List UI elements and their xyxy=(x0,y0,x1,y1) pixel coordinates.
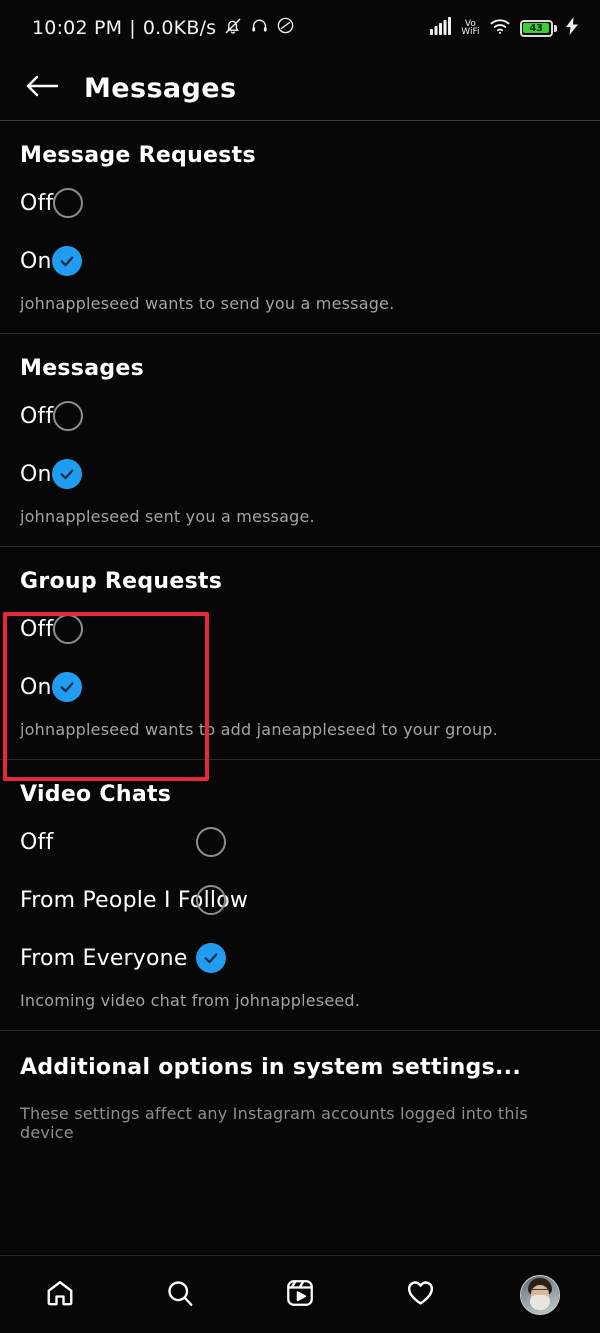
arrow-left-icon xyxy=(25,73,59,103)
back-button[interactable] xyxy=(18,64,66,112)
option-label: Off xyxy=(20,829,54,855)
nav-profile[interactable] xyxy=(500,1265,580,1325)
section-group-requests: Group Requests Off On johnappleseed want… xyxy=(0,547,600,759)
network-speed: 0.0KB/s xyxy=(142,17,217,39)
option-label: From People I Follow xyxy=(20,887,249,913)
radio-off[interactable] xyxy=(53,401,84,431)
option-label: On xyxy=(20,674,52,700)
additional-options-section[interactable]: Additional options in system settings...… xyxy=(0,1031,600,1142)
radio-off[interactable] xyxy=(196,827,226,857)
profile-avatar-icon xyxy=(520,1274,560,1315)
option-row-from-everyone[interactable]: From Everyone xyxy=(0,929,600,987)
option-row-off[interactable]: Off xyxy=(0,174,600,232)
section-title: Messages xyxy=(20,356,145,381)
section-title: Group Requests xyxy=(20,569,223,594)
section-helper-text: johnappleseed wants to add janeappleseed… xyxy=(20,720,498,739)
option-row-on[interactable]: On xyxy=(0,232,600,290)
battery-level-label: 43 xyxy=(523,23,549,34)
radio-from-everyone-selected[interactable] xyxy=(196,943,226,973)
option-row-on[interactable]: On xyxy=(0,658,600,716)
wifi-icon xyxy=(489,17,511,39)
option-row-off[interactable]: Off xyxy=(0,813,600,871)
option-label: Off xyxy=(20,190,54,216)
option-row-from-people-i-follow[interactable]: From People I Follow xyxy=(0,871,600,929)
check-icon xyxy=(60,469,74,480)
home-icon xyxy=(45,1278,75,1312)
section-message-requests: Message Requests Off On johnappleseed wa… xyxy=(0,121,600,333)
option-list: Off On xyxy=(0,600,600,716)
option-row-off[interactable]: Off xyxy=(0,600,600,658)
search-icon xyxy=(165,1278,195,1312)
section-helper-text: Incoming video chat from johnappleseed. xyxy=(20,991,361,1010)
page-title: Messages xyxy=(84,72,237,104)
radio-off[interactable] xyxy=(53,188,84,218)
battery-icon: 43 xyxy=(519,19,557,37)
radio-on-selected[interactable] xyxy=(51,672,82,702)
additional-options-title[interactable]: Additional options in system settings... xyxy=(20,1055,580,1080)
additional-options-subtitle: These settings affect any Instagram acco… xyxy=(20,1104,528,1142)
charging-bolt-icon xyxy=(566,17,578,39)
status-bar: 10:02 PM | 0.0KB/s Vo WiFi 43 xyxy=(0,0,600,56)
dnd-icon xyxy=(276,16,295,40)
option-list: Off From People I Follow From Everyone xyxy=(0,813,600,987)
option-label: Off xyxy=(20,403,54,429)
option-row-off[interactable]: Off xyxy=(0,387,600,445)
section-video-chats: Video Chats Off From People I Follow Fro… xyxy=(0,760,600,1030)
status-bar-right: Vo WiFi 43 xyxy=(430,17,578,39)
option-label: From Everyone xyxy=(20,945,188,971)
section-title: Message Requests xyxy=(20,143,256,168)
radio-on-selected[interactable] xyxy=(51,459,82,489)
volte-label-bottom: WiFi xyxy=(461,27,480,37)
nav-activity[interactable] xyxy=(380,1265,460,1325)
nav-home[interactable] xyxy=(20,1265,100,1325)
check-icon xyxy=(60,682,74,693)
bottom-navigation-bar xyxy=(0,1255,600,1333)
status-bar-left: 10:02 PM | 0.0KB/s xyxy=(32,16,295,41)
nav-reels[interactable] xyxy=(260,1265,340,1325)
status-clock: 10:02 PM xyxy=(32,17,123,39)
section-helper-text: johnappleseed sent you a message. xyxy=(20,507,315,526)
cellular-signal-icon xyxy=(430,17,452,39)
option-label: On xyxy=(20,461,52,487)
option-label: Off xyxy=(20,616,54,642)
nav-search[interactable] xyxy=(140,1265,220,1325)
bell-muted-icon xyxy=(223,16,243,41)
volte-wifi-icon: Vo WiFi xyxy=(461,20,480,37)
phone-screen: 10:02 PM | 0.0KB/s Vo WiFi 43 Messages M… xyxy=(0,0,600,1333)
radio-from-people-i-follow[interactable] xyxy=(196,885,226,915)
radio-off[interactable] xyxy=(53,614,84,644)
option-row-on[interactable]: On xyxy=(0,445,600,503)
radio-on-selected[interactable] xyxy=(51,246,82,276)
heart-icon xyxy=(405,1277,436,1312)
status-separator: | xyxy=(129,17,136,39)
headphone-icon xyxy=(250,16,269,40)
section-helper-text: johnappleseed wants to send you a messag… xyxy=(20,294,395,313)
section-messages: Messages Off On johnappleseed sent you a… xyxy=(0,334,600,546)
reels-icon xyxy=(285,1278,315,1312)
option-label: On xyxy=(20,248,52,274)
option-list: Off On xyxy=(0,387,600,503)
check-icon xyxy=(204,953,218,964)
check-icon xyxy=(60,256,74,267)
section-title: Video Chats xyxy=(20,782,172,807)
app-header: Messages xyxy=(0,56,600,120)
option-list: Off On xyxy=(0,174,600,290)
